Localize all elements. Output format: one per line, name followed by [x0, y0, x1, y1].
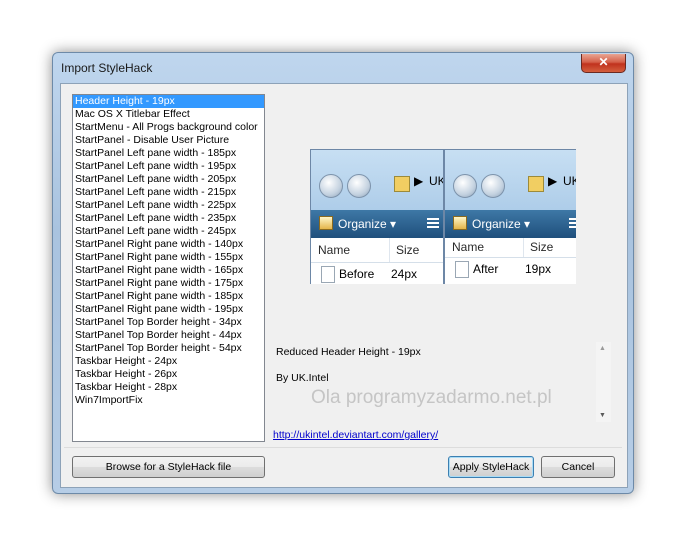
preview-address-text: UK	[563, 174, 576, 188]
preview-nav-bar: ▶ UK	[445, 150, 576, 210]
preview-row-before: Before 24px	[311, 263, 443, 284]
stylehack-list-item[interactable]: StartMenu - All Progs background color	[73, 121, 264, 134]
preview-file-size: 24px	[391, 267, 418, 281]
preview-row-after: After 19px	[445, 258, 576, 280]
stylehack-list-item[interactable]: StartPanel Top Border height - 34px	[73, 316, 264, 329]
forward-circle-icon	[481, 174, 505, 198]
col-size-header: Size	[389, 238, 419, 262]
forward-circle-icon	[347, 174, 371, 198]
stylehack-list-item[interactable]: Mac OS X Titlebar Effect	[73, 108, 264, 121]
stylehack-list-item[interactable]: Header Height - 19px	[73, 95, 264, 108]
description-box: Reduced Header Height - 19px By UK.Intel…	[266, 342, 611, 422]
stylehack-list-item[interactable]: StartPanel Left pane width - 245px	[73, 225, 264, 238]
col-size-header: Size	[523, 238, 553, 257]
divider	[64, 447, 622, 448]
preview-image: ▶ UK Organize ▾ Name Size Before 24px	[310, 149, 576, 284]
back-circle-icon	[319, 174, 343, 198]
stylehack-list-item[interactable]: StartPanel Top Border height - 44px	[73, 329, 264, 342]
stylehack-list[interactable]: Header Height - 19px Mac OS X Titlebar Ef…	[72, 94, 265, 442]
stylehack-list-item[interactable]: StartPanel Left pane width - 215px	[73, 186, 264, 199]
stylehack-list-item[interactable]: StartPanel Right pane width - 195px	[73, 303, 264, 316]
chevron-right-icon: ▶	[548, 174, 558, 188]
back-circle-icon	[453, 174, 477, 198]
watermark-text: Ola programyzadarmo.net.pl	[311, 387, 552, 408]
description-author: By UK.Intel	[276, 372, 329, 384]
window-title: Import StyleHack	[61, 61, 153, 75]
preview-before-window: ▶ UK Organize ▾ Name Size Before 24px	[310, 149, 444, 284]
preview-file-size: 19px	[525, 262, 552, 276]
preview-header-after: Name Size	[445, 238, 576, 258]
stylehack-list-item[interactable]: StartPanel Right pane width - 185px	[73, 290, 264, 303]
preview-file-name: After	[473, 262, 499, 276]
stylehack-list-item[interactable]: StartPanel Left pane width - 205px	[73, 173, 264, 186]
folder-icon	[528, 176, 544, 192]
stylehack-list-item[interactable]: StartPanel Left pane width - 195px	[73, 160, 264, 173]
chevron-right-icon: ▶	[414, 174, 424, 188]
view-grid-icon	[569, 218, 576, 230]
organize-label: Organize ▾	[338, 217, 397, 231]
col-name-header: Name	[318, 243, 351, 257]
organize-label: Organize ▾	[472, 217, 531, 231]
view-grid-icon	[427, 218, 439, 230]
preview-file-name: Before	[339, 267, 375, 281]
stylehack-list-item[interactable]: StartPanel Left pane width - 235px	[73, 212, 264, 225]
stylehack-list-item[interactable]: StartPanel Right pane width - 165px	[73, 264, 264, 277]
file-icon	[455, 261, 469, 278]
stylehack-list-item[interactable]: StartPanel - Disable User Picture	[73, 134, 264, 147]
preview-address-text: UK	[429, 174, 443, 188]
scroll-down-icon[interactable]: ▼	[599, 412, 606, 419]
description-title: Reduced Header Height - 19px	[276, 346, 421, 358]
stylehack-list-item[interactable]: StartPanel Left pane width - 185px	[73, 147, 264, 160]
stylehack-list-item[interactable]: StartPanel Right pane width - 155px	[73, 251, 264, 264]
scroll-up-icon[interactable]: ▲	[599, 345, 606, 352]
stylehack-list-item[interactable]: Taskbar Height - 28px	[73, 381, 264, 394]
description-scrollbar[interactable]: ▲ ▼	[596, 342, 611, 422]
dialog-client-area: Header Height - 19px Mac OS X Titlebar Ef…	[60, 83, 628, 488]
organize-icon	[319, 216, 333, 230]
import-stylehack-dialog: Import StyleHack ✕ Header Height - 19px M…	[52, 52, 634, 494]
preview-after-window: ▶ UK Organize ▾ Name Size After 19px	[444, 149, 576, 284]
preview-toolbar: Organize ▾	[445, 210, 576, 238]
stylehack-list-item[interactable]: StartPanel Right pane width - 175px	[73, 277, 264, 290]
stylehack-list-item[interactable]: StartPanel Left pane width - 225px	[73, 199, 264, 212]
preview-header-before: Name Size	[311, 238, 443, 263]
gallery-link[interactable]: http://ukintel.deviantart.com/gallery/	[273, 429, 438, 441]
apply-stylehack-button[interactable]: Apply StyleHack	[448, 456, 534, 478]
browse-button[interactable]: Browse for a StyleHack file	[72, 456, 265, 478]
cancel-button[interactable]: Cancel	[541, 456, 615, 478]
folder-icon	[394, 176, 410, 192]
stylehack-list-item[interactable]: Win7ImportFix	[73, 394, 264, 407]
stylehack-list-item[interactable]: Taskbar Height - 24px	[73, 355, 264, 368]
close-button[interactable]: ✕	[581, 54, 626, 73]
stylehack-list-item[interactable]: StartPanel Right pane width - 140px	[73, 238, 264, 251]
preview-nav-bar: ▶ UK	[311, 150, 443, 210]
preview-toolbar: Organize ▾	[311, 210, 443, 238]
file-icon	[321, 266, 335, 283]
stylehack-list-item[interactable]: StartPanel Top Border height - 54px	[73, 342, 264, 355]
stylehack-list-item[interactable]: Taskbar Height - 26px	[73, 368, 264, 381]
col-name-header: Name	[452, 240, 485, 254]
organize-icon	[453, 216, 467, 230]
